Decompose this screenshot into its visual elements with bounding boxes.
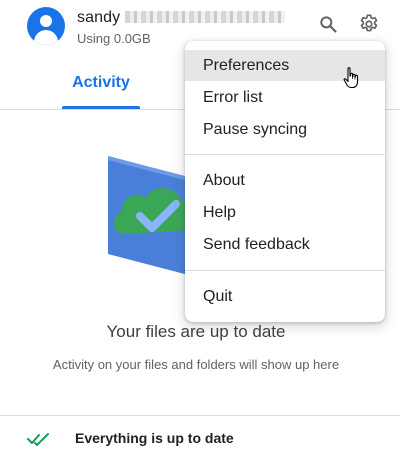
status-subtitle: Activity on your files and folders will … — [52, 357, 340, 372]
search-icon — [320, 16, 337, 33]
footer-divider — [0, 415, 400, 416]
account-name: sandy — [77, 9, 121, 26]
menu-item-quit[interactable]: Quit — [185, 281, 385, 312]
redacted-email — [125, 11, 285, 23]
sync-status-text: Everything is up to date — [75, 430, 234, 446]
menu-separator — [185, 270, 385, 271]
avatar-head — [40, 15, 52, 27]
avatar[interactable] — [27, 7, 65, 45]
menu-item-about[interactable]: About — [185, 165, 385, 196]
tab-activity[interactable]: Activity — [62, 60, 140, 106]
menu-item-help[interactable]: Help — [185, 197, 385, 228]
storage-usage: Using 0.0GB — [77, 31, 151, 46]
menu-item-send-feedback[interactable]: Send feedback — [185, 229, 385, 260]
status-title: Your files are up to date — [106, 322, 286, 341]
settings-button[interactable] — [355, 10, 383, 38]
avatar-body — [34, 30, 58, 45]
menu-separator — [185, 154, 385, 155]
gear-icon — [360, 14, 378, 32]
menu-item-pause-syncing[interactable]: Pause syncing — [185, 114, 385, 145]
search-button[interactable] — [314, 10, 342, 38]
hand-cursor-icon — [343, 67, 359, 89]
double-check-icon — [27, 433, 49, 446]
